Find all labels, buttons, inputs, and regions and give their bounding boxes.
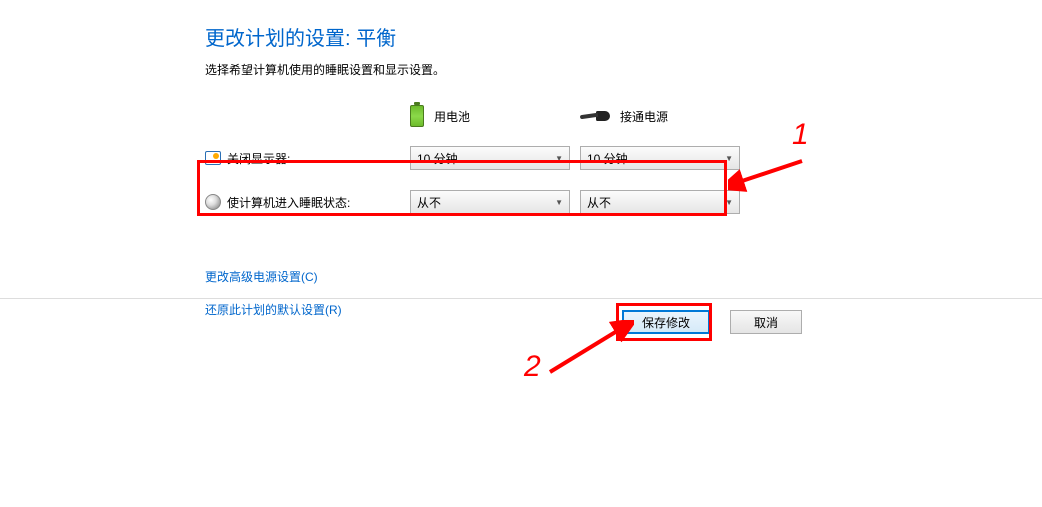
- turn-off-display-text: 关闭显示器:: [227, 150, 290, 167]
- display-plugged-value: 10 分钟: [587, 150, 628, 167]
- monitor-icon: [205, 151, 221, 165]
- page-title: 更改计划的设置: 平衡: [205, 22, 805, 51]
- chevron-down-icon: ▼: [725, 154, 733, 163]
- settings-grid: 用电池 接通电源 关闭显示器: 10 分钟 ▼ 10 分钟 ▼ 使计算机进入睡眠…: [205, 96, 805, 224]
- chevron-down-icon: ▼: [725, 198, 733, 207]
- sleep-plugged-dropdown[interactable]: 从不 ▼: [580, 190, 740, 214]
- battery-icon: [410, 105, 424, 127]
- save-button[interactable]: 保存修改: [622, 310, 710, 334]
- turn-off-display-label: 关闭显示器:: [205, 136, 400, 180]
- moon-icon: [205, 194, 221, 210]
- display-plugged-dropdown[interactable]: 10 分钟 ▼: [580, 146, 740, 170]
- divider: [0, 298, 1042, 299]
- grid-header-spacer: [205, 96, 400, 136]
- sleep-plugged-value: 从不: [587, 194, 611, 211]
- sleep-battery-value: 从不: [417, 194, 441, 211]
- on-battery-label: 用电池: [434, 108, 470, 125]
- advanced-power-settings-link[interactable]: 更改高级电源设置(C): [205, 268, 805, 285]
- plugged-in-header: 接通电源: [580, 96, 740, 136]
- chevron-down-icon: ▼: [555, 154, 563, 163]
- display-battery-dropdown[interactable]: 10 分钟 ▼: [410, 146, 570, 170]
- annotation-number-1: 1: [792, 118, 809, 152]
- power-plan-settings-panel: 更改计划的设置: 平衡 选择希望计算机使用的睡眠设置和显示设置。 用电池 接通电…: [205, 22, 805, 334]
- button-bar: 保存修改 取消: [622, 310, 802, 334]
- plugged-in-label: 接通电源: [620, 108, 668, 125]
- sleep-label: 使计算机进入睡眠状态:: [205, 180, 400, 224]
- sleep-text: 使计算机进入睡眠状态:: [227, 194, 350, 211]
- annotation-number-2: 2: [524, 350, 541, 384]
- display-battery-value: 10 分钟: [417, 150, 458, 167]
- plug-icon: [580, 110, 610, 122]
- chevron-down-icon: ▼: [555, 198, 563, 207]
- cancel-button[interactable]: 取消: [730, 310, 802, 334]
- page-subtitle: 选择希望计算机使用的睡眠设置和显示设置。: [205, 61, 805, 78]
- sleep-battery-dropdown[interactable]: 从不 ▼: [410, 190, 570, 214]
- on-battery-header: 用电池: [410, 96, 570, 136]
